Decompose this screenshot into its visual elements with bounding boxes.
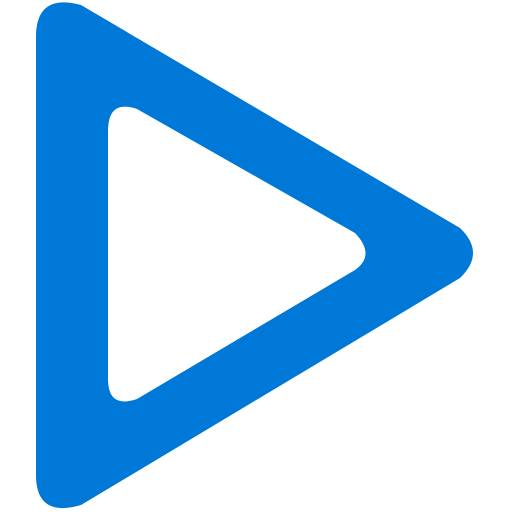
play-icon <box>36 2 473 509</box>
play-icon-shape <box>36 2 473 509</box>
icon-canvas <box>0 0 512 512</box>
